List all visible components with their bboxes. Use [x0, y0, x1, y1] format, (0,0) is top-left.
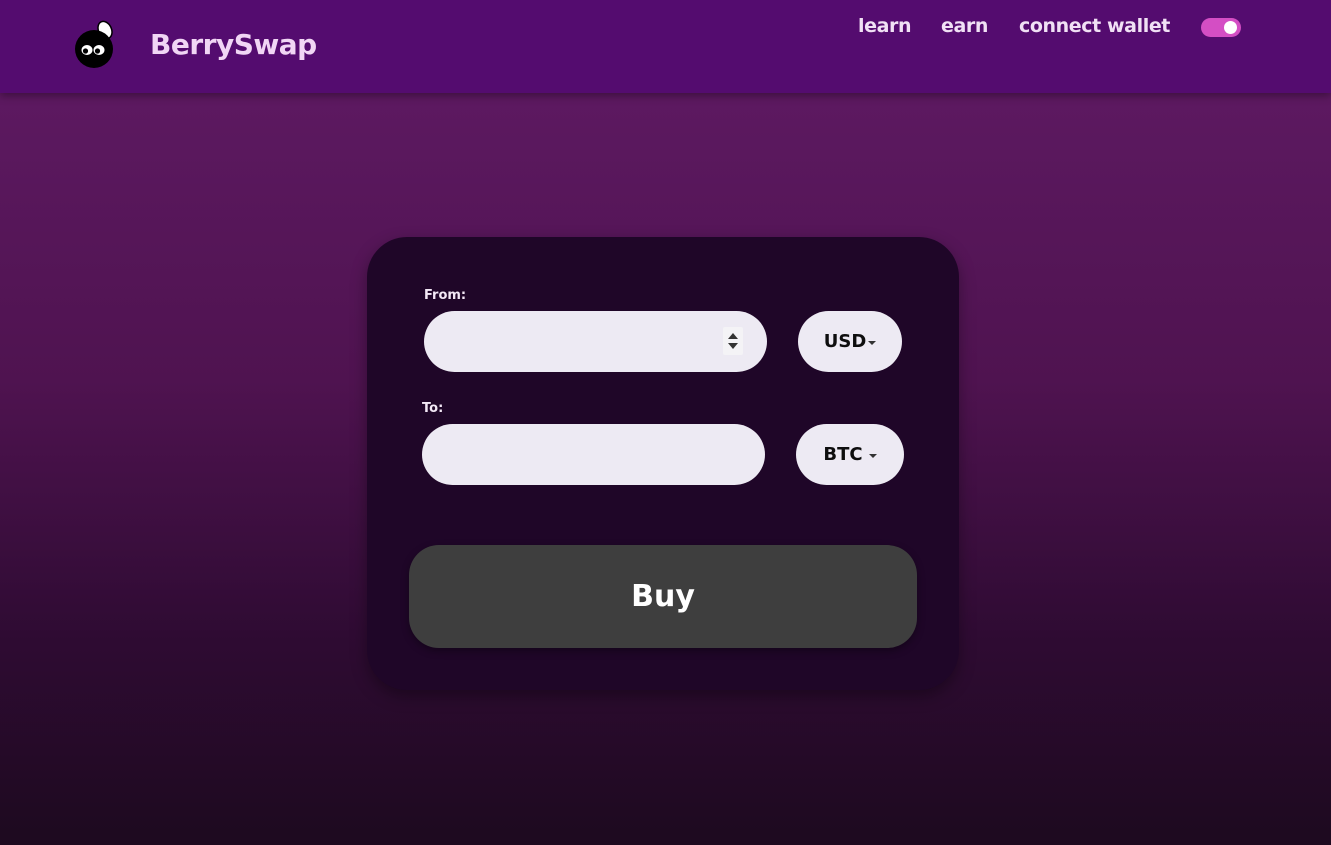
from-currency-value: USD — [823, 331, 867, 352]
nav-learn-link[interactable]: learn — [858, 15, 912, 37]
from-input-wrapper — [424, 311, 767, 372]
to-currency-value: BTC — [823, 444, 863, 465]
spin-up-icon[interactable] — [728, 333, 738, 339]
swap-card: From: USD To: BTC Buy — [367, 237, 959, 690]
number-spinner[interactable] — [723, 327, 743, 355]
chevron-down-icon — [868, 453, 877, 458]
from-amount-input[interactable] — [424, 311, 767, 372]
brand-name[interactable]: BerrySwap — [150, 28, 317, 61]
nav-earn-link[interactable]: earn — [941, 15, 988, 37]
navbar: BerrySwap learn earn connect wallet — [0, 0, 1331, 93]
chevron-down-icon — [868, 340, 877, 345]
to-label: To: — [422, 401, 444, 416]
to-currency-select[interactable]: BTC — [796, 424, 904, 485]
theme-toggle[interactable] — [1201, 18, 1241, 37]
connect-wallet-link[interactable]: connect wallet — [1019, 15, 1170, 37]
berry-logo-icon[interactable] — [74, 20, 118, 70]
toggle-knob — [1224, 21, 1237, 34]
spin-down-icon[interactable] — [728, 343, 738, 349]
to-amount-input[interactable] — [422, 424, 765, 485]
from-label: From: — [424, 288, 467, 303]
from-currency-select[interactable]: USD — [798, 311, 902, 372]
buy-button[interactable]: Buy — [409, 545, 917, 648]
